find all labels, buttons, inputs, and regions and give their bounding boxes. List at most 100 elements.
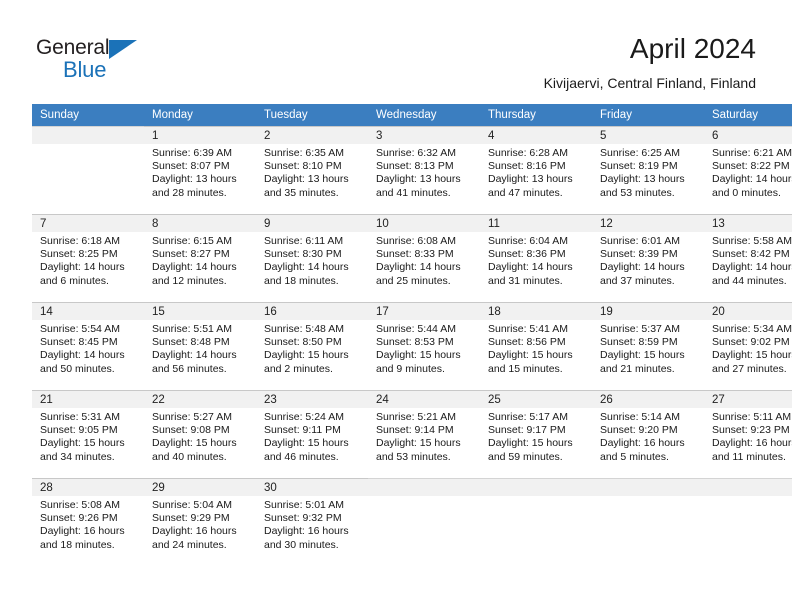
daylight-text-line2: and 46 minutes. — [264, 450, 339, 463]
sunset-text: Sunset: 8:30 PM — [264, 248, 342, 261]
daylight-text-line1: Daylight: 16 hours — [264, 525, 349, 538]
daylight-text-line1: Daylight: 15 hours — [40, 437, 125, 450]
calendar-day-cell[interactable]: 11 Sunrise: 6:04 AM Sunset: 8:36 PM Dayligh… — [480, 214, 592, 302]
calendar-day-cell[interactable]: 8 Sunrise: 6:15 AM Sunset: 8:27 PM Daylight… — [144, 214, 256, 302]
sunset-text: Sunset: 8:10 PM — [264, 160, 342, 173]
calendar-day-cell[interactable]: 2 Sunrise: 6:35 AM Sunset: 8:10 PM Daylight… — [256, 126, 368, 214]
calendar-day-cell[interactable]: 6 Sunrise: 6:21 AM Sunset: 8:22 PM Daylight… — [704, 126, 792, 214]
calendar-day-cell[interactable]: 21 Sunrise: 5:31 AM Sunset: 9:05 PM Dayligh… — [32, 390, 144, 478]
daylight-text-line2: and 27 minutes. — [712, 362, 787, 375]
calendar-day-cell[interactable]: 7 Sunrise: 6:18 AM Sunset: 8:25 PM Daylight… — [32, 214, 144, 302]
daylight-text-line1: Daylight: 14 hours — [376, 261, 461, 274]
day-details: Sunrise: 5:17 AM Sunset: 9:17 PM Daylight:… — [480, 408, 592, 464]
day-cell-inner: 14 Sunrise: 5:54 AM Sunset: 8:45 PM Dayligh… — [32, 302, 144, 390]
day-number: 21 — [32, 391, 144, 408]
calendar-day-cell[interactable]: 14 Sunrise: 5:54 AM Sunset: 8:45 PM Dayligh… — [32, 302, 144, 390]
daylight-text-line2: and 24 minutes. — [152, 538, 227, 551]
daylight-text-line1: Daylight: 13 hours — [152, 173, 237, 186]
day-number — [32, 127, 144, 144]
sunset-text: Sunset: 8:36 PM — [488, 248, 566, 261]
daylight-text-line1: Daylight: 15 hours — [264, 437, 349, 450]
daylight-text-line1: Daylight: 15 hours — [264, 349, 349, 362]
calendar-week-row: 14 Sunrise: 5:54 AM Sunset: 8:45 PM Dayligh… — [32, 302, 792, 390]
calendar-day-cell[interactable]: 12 Sunrise: 6:01 AM Sunset: 8:39 PM Dayligh… — [592, 214, 704, 302]
day-number: 27 — [704, 391, 792, 408]
weekday-header-sunday: Sunday — [32, 104, 144, 126]
calendar-day-cell[interactable]: 25 Sunrise: 5:17 AM Sunset: 9:17 PM Dayligh… — [480, 390, 592, 478]
daylight-text-line1: Daylight: 16 hours — [712, 437, 792, 450]
daylight-text-line1: Daylight: 15 hours — [376, 437, 461, 450]
day-details: Sunrise: 5:48 AM Sunset: 8:50 PM Daylight:… — [256, 320, 368, 376]
daylight-text-line2: and 18 minutes. — [40, 538, 115, 551]
sunset-text: Sunset: 9:29 PM — [152, 512, 230, 525]
calendar-day-cell[interactable]: 23 Sunrise: 5:24 AM Sunset: 9:11 PM Dayligh… — [256, 390, 368, 478]
calendar-day-cell[interactable]: 13 Sunrise: 5:58 AM Sunset: 8:42 PM Dayligh… — [704, 214, 792, 302]
day-details: Sunrise: 6:04 AM Sunset: 8:36 PM Daylight:… — [480, 232, 592, 288]
day-cell-inner: 16 Sunrise: 5:48 AM Sunset: 8:50 PM Dayligh… — [256, 302, 368, 390]
daylight-text-line1: Daylight: 14 hours — [264, 261, 349, 274]
sunrise-text: Sunrise: 5:54 AM — [40, 323, 120, 335]
calendar-day-cell[interactable]: 29 Sunrise: 5:04 AM Sunset: 9:29 PM Dayligh… — [144, 478, 256, 566]
day-cell-inner — [480, 478, 592, 566]
calendar-day-cell[interactable]: 9 Sunrise: 6:11 AM Sunset: 8:30 PM Daylight… — [256, 214, 368, 302]
daylight-text-line2: and 15 minutes. — [488, 362, 563, 375]
sunrise-text: Sunrise: 6:32 AM — [376, 147, 456, 159]
calendar-day-cell[interactable]: 26 Sunrise: 5:14 AM Sunset: 9:20 PM Dayligh… — [592, 390, 704, 478]
sunset-text: Sunset: 9:20 PM — [600, 424, 678, 437]
sunrise-text: Sunrise: 6:28 AM — [488, 147, 568, 159]
calendar-day-cell[interactable]: 5 Sunrise: 6:25 AM Sunset: 8:19 PM Daylight… — [592, 126, 704, 214]
day-cell-inner: 13 Sunrise: 5:58 AM Sunset: 8:42 PM Dayligh… — [704, 214, 792, 302]
sunrise-text: Sunrise: 5:44 AM — [376, 323, 456, 335]
sunrise-text: Sunrise: 6:01 AM — [600, 235, 680, 247]
daylight-text-line1: Daylight: 13 hours — [600, 173, 685, 186]
day-number: 20 — [704, 303, 792, 320]
daylight-text-line2: and 35 minutes. — [264, 186, 339, 199]
calendar-day-cell[interactable]: 24 Sunrise: 5:21 AM Sunset: 9:14 PM Dayligh… — [368, 390, 480, 478]
daylight-text-line1: Daylight: 14 hours — [152, 261, 237, 274]
sunset-text: Sunset: 8:22 PM — [712, 160, 790, 173]
sunset-text: Sunset: 8:19 PM — [600, 160, 678, 173]
calendar-week-row: 28 Sunrise: 5:08 AM Sunset: 9:26 PM Dayligh… — [32, 478, 792, 566]
page-header: General Blue April 2024 Kivijaervi, Cent… — [0, 0, 792, 104]
daylight-text-line2: and 12 minutes. — [152, 274, 227, 287]
calendar-day-cell[interactable]: 3 Sunrise: 6:32 AM Sunset: 8:13 PM Daylight… — [368, 126, 480, 214]
day-details: Sunrise: 5:14 AM Sunset: 9:20 PM Daylight:… — [592, 408, 704, 464]
calendar-day-cell[interactable]: 19 Sunrise: 5:37 AM Sunset: 8:59 PM Dayligh… — [592, 302, 704, 390]
daylight-text-line2: and 44 minutes. — [712, 274, 787, 287]
day-cell-inner: 29 Sunrise: 5:04 AM Sunset: 9:29 PM Dayligh… — [144, 478, 256, 566]
calendar-day-cell[interactable]: 30 Sunrise: 5:01 AM Sunset: 9:32 PM Dayligh… — [256, 478, 368, 566]
day-details: Sunrise: 5:11 AM Sunset: 9:23 PM Daylight:… — [704, 408, 792, 464]
daylight-text-line2: and 2 minutes. — [264, 362, 333, 375]
daylight-text-line1: Daylight: 16 hours — [600, 437, 685, 450]
day-details: Sunrise: 6:35 AM Sunset: 8:10 PM Daylight:… — [256, 144, 368, 200]
calendar-empty-cell — [480, 478, 592, 566]
day-number: 11 — [480, 215, 592, 232]
day-cell-inner: 20 Sunrise: 5:34 AM Sunset: 9:02 PM Dayligh… — [704, 302, 792, 390]
day-cell-inner: 28 Sunrise: 5:08 AM Sunset: 9:26 PM Dayligh… — [32, 478, 144, 566]
calendar-day-cell[interactable]: 4 Sunrise: 6:28 AM Sunset: 8:16 PM Daylight… — [480, 126, 592, 214]
sunset-text: Sunset: 8:45 PM — [40, 336, 118, 349]
sunrise-text: Sunrise: 6:08 AM — [376, 235, 456, 247]
calendar-day-cell[interactable]: 27 Sunrise: 5:11 AM Sunset: 9:23 PM Dayligh… — [704, 390, 792, 478]
calendar-day-cell[interactable]: 10 Sunrise: 6:08 AM Sunset: 8:33 PM Dayligh… — [368, 214, 480, 302]
day-details: Sunrise: 5:58 AM Sunset: 8:42 PM Daylight:… — [704, 232, 792, 288]
sunset-text: Sunset: 8:27 PM — [152, 248, 230, 261]
sunset-text: Sunset: 9:05 PM — [40, 424, 118, 437]
calendar-day-cell[interactable]: 20 Sunrise: 5:34 AM Sunset: 9:02 PM Dayligh… — [704, 302, 792, 390]
calendar-day-cell[interactable]: 28 Sunrise: 5:08 AM Sunset: 9:26 PM Dayligh… — [32, 478, 144, 566]
calendar-day-cell[interactable]: 18 Sunrise: 5:41 AM Sunset: 8:56 PM Dayligh… — [480, 302, 592, 390]
sunrise-text: Sunrise: 5:58 AM — [712, 235, 792, 247]
weekday-header-friday: Friday — [592, 104, 704, 126]
calendar-day-cell[interactable]: 22 Sunrise: 5:27 AM Sunset: 9:08 PM Dayligh… — [144, 390, 256, 478]
calendar-day-cell[interactable]: 15 Sunrise: 5:51 AM Sunset: 8:48 PM Dayligh… — [144, 302, 256, 390]
calendar-day-cell[interactable]: 17 Sunrise: 5:44 AM Sunset: 8:53 PM Dayligh… — [368, 302, 480, 390]
calendar-day-cell[interactable]: 16 Sunrise: 5:48 AM Sunset: 8:50 PM Dayligh… — [256, 302, 368, 390]
day-number: 3 — [368, 127, 480, 144]
day-cell-inner: 17 Sunrise: 5:44 AM Sunset: 8:53 PM Dayligh… — [368, 302, 480, 390]
daylight-text-line2: and 53 minutes. — [600, 186, 675, 199]
daylight-text-line2: and 9 minutes. — [376, 362, 445, 375]
day-details: Sunrise: 6:21 AM Sunset: 8:22 PM Daylight:… — [704, 144, 792, 200]
day-cell-inner — [32, 126, 144, 214]
day-cell-inner: 24 Sunrise: 5:21 AM Sunset: 9:14 PM Dayligh… — [368, 390, 480, 478]
calendar-day-cell[interactable]: 1 Sunrise: 6:39 AM Sunset: 8:07 PM Daylight… — [144, 126, 256, 214]
